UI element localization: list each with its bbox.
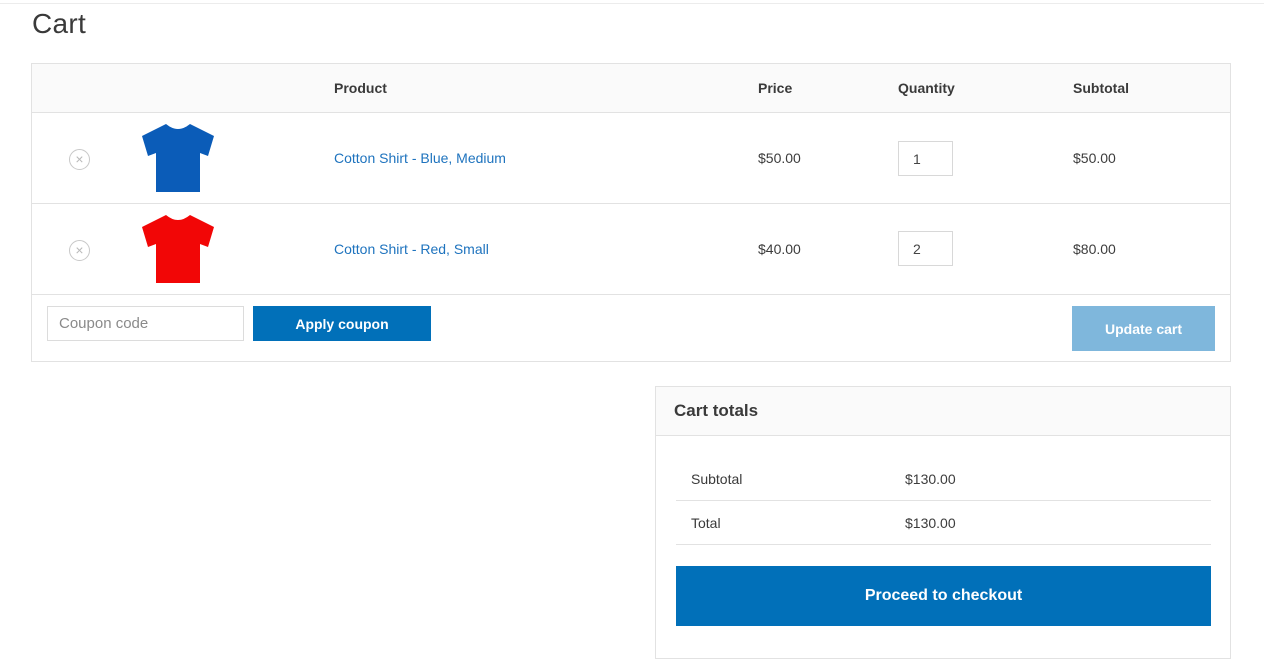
subtotal-label: Subtotal — [691, 471, 743, 487]
total-value: $130.00 — [905, 515, 956, 531]
table-row: × Cotton Shirt - Red, Small $40.00 $80.0… — [32, 204, 1230, 295]
totals-subtotal-row: Subtotal $130.00 — [676, 457, 1211, 501]
red-shirt-icon[interactable] — [142, 213, 214, 285]
totals-total-row: Total $130.00 — [676, 501, 1211, 545]
header-quantity: Quantity — [898, 80, 955, 96]
quantity-input[interactable] — [898, 231, 953, 266]
product-link[interactable]: Cotton Shirt - Blue, Medium — [334, 150, 506, 166]
cart-totals-title: Cart totals — [674, 401, 759, 420]
product-link[interactable]: Cotton Shirt - Red, Small — [334, 241, 489, 257]
total-label: Total — [691, 515, 721, 531]
cart-actions: Apply coupon Update cart — [32, 296, 1230, 361]
coupon-code-input[interactable] — [47, 306, 244, 341]
item-subtotal: $50.00 — [1073, 150, 1116, 166]
item-subtotal: $80.00 — [1073, 241, 1116, 257]
item-price: $50.00 — [758, 150, 801, 166]
item-price: $40.00 — [758, 241, 801, 257]
remove-item-icon[interactable]: × — [69, 240, 90, 261]
subtotal-value: $130.00 — [905, 471, 956, 487]
header-price: Price — [758, 80, 793, 96]
cart-table: Product Price Quantity Subtotal × Cotton… — [31, 63, 1231, 362]
blue-shirt-icon[interactable] — [142, 122, 214, 194]
apply-coupon-button[interactable]: Apply coupon — [253, 306, 431, 341]
top-divider — [0, 3, 1264, 4]
page-title: Cart — [32, 8, 87, 39]
cart-totals-header: Cart totals — [656, 387, 1230, 436]
remove-item-icon[interactable]: × — [69, 149, 90, 170]
header-product: Product — [334, 80, 387, 96]
cart-totals: Cart totals Subtotal $130.00 Total $130.… — [655, 386, 1231, 659]
cart-table-header: Product Price Quantity Subtotal — [32, 64, 1230, 113]
update-cart-button[interactable]: Update cart — [1072, 306, 1215, 351]
proceed-to-checkout-button[interactable]: Proceed to checkout — [676, 566, 1211, 626]
header-subtotal: Subtotal — [1073, 80, 1129, 96]
quantity-input[interactable] — [898, 141, 953, 176]
table-row: × Cotton Shirt - Blue, Medium $50.00 $50… — [32, 113, 1230, 204]
